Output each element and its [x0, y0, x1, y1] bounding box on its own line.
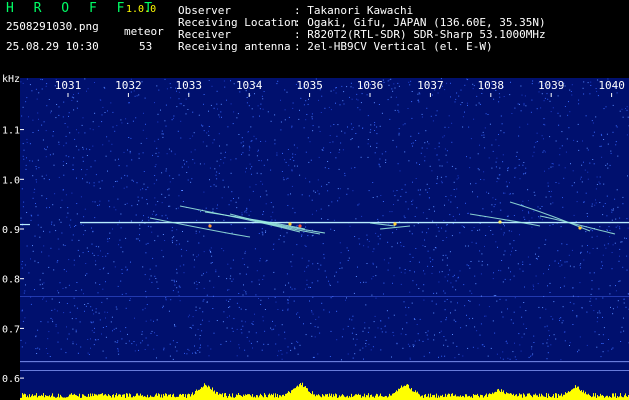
date-time: 25.08.29 10:30	[6, 40, 99, 53]
time-tick-label: 1036	[357, 79, 384, 92]
time-tick-label: 1040	[598, 79, 625, 92]
freq-tick-label: 0.8	[2, 275, 20, 286]
echo-point	[578, 226, 582, 230]
y-unit-label: kHz	[2, 74, 20, 85]
time-tick-label: 1033	[176, 79, 203, 92]
image-filename: 2508291030.png	[6, 20, 99, 33]
echo-point	[498, 220, 502, 224]
freq-tick-label: 0.7	[2, 324, 20, 335]
echo-point	[288, 222, 292, 226]
freq-tick-label: 0.9	[2, 225, 20, 236]
time-tick-label: 1031	[55, 79, 82, 92]
time-tick-label: 1034	[236, 79, 263, 92]
echo-point	[208, 224, 212, 228]
time-tick-label: 1035	[296, 79, 323, 92]
meteor-label: meteor	[124, 25, 164, 38]
spectrogram-background	[20, 78, 629, 400]
antenna-label: Receiving antenna	[178, 40, 291, 53]
freq-tick-label: 1.1	[2, 126, 20, 137]
freq-tick-label: 0.6	[2, 374, 20, 385]
echo-point	[298, 224, 302, 228]
echo-point	[393, 222, 397, 226]
antenna-value: : 2el-HB9CV Vertical (el. E-W)	[294, 40, 493, 53]
freq-tick-label: 1.0	[2, 175, 20, 186]
time-tick-label: 1038	[478, 79, 505, 92]
app-version: 1.0.0	[126, 4, 157, 15]
spectrogram: 1031 1032 1033 1034 1035 1036 1037 1038 1039 1040…	[0, 66, 629, 400]
spectrogram-panel: 1031 1032 1033 1034 1035 1036 1037 1038 1039 1040…	[0, 66, 629, 400]
time-tick-label: 1037	[417, 79, 444, 92]
meteor-count: 53	[139, 40, 153, 53]
header-panel: H R O F F T 1.0.0 2508291030.png 25.08.2…	[0, 0, 629, 66]
time-tick-label: 1032	[115, 79, 142, 92]
time-tick-label: 1039	[538, 79, 565, 92]
